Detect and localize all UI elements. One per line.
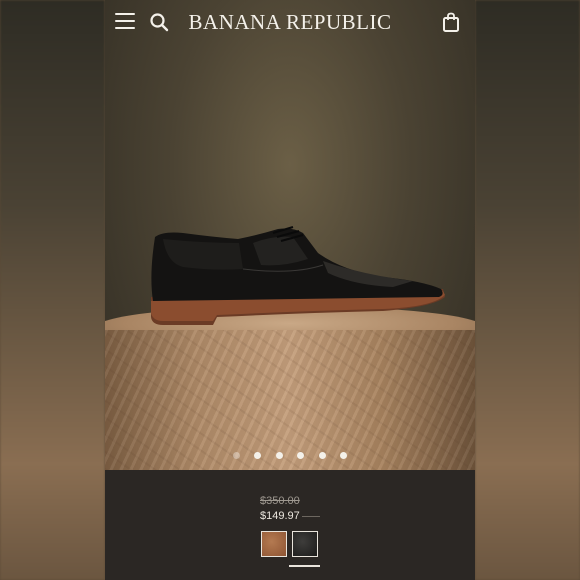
original-price: $350.00	[260, 495, 300, 507]
carousel-dot[interactable]	[318, 452, 326, 459]
carousel-indicator	[105, 446, 475, 464]
price-divider	[302, 516, 320, 517]
top-nav-bar: BANANA REPUBLIC	[105, 0, 475, 44]
shoe-image	[151, 225, 445, 325]
product-image[interactable]	[105, 0, 475, 470]
mobile-screen: BANANA REPUBLIC $350.00 $149.97	[105, 0, 475, 580]
sale-price: $149.97	[260, 510, 300, 522]
carousel-dot[interactable]	[275, 452, 283, 459]
blurred-background-right	[475, 0, 580, 580]
carousel-dot[interactable]	[297, 452, 305, 459]
color-swatch-black[interactable]	[292, 531, 318, 557]
blurred-background-left	[0, 0, 105, 580]
color-swatch-brown[interactable]	[261, 531, 287, 557]
shopping-bag-icon[interactable]	[442, 12, 460, 32]
carousel-dot-active[interactable]	[254, 452, 262, 459]
carousel-dot[interactable]	[232, 452, 240, 459]
product-info-panel: $350.00 $149.97	[105, 470, 475, 580]
selected-swatch-indicator	[289, 565, 320, 567]
brand-logo[interactable]: BANANA REPUBLIC	[105, 10, 475, 35]
carousel-dot[interactable]	[340, 452, 348, 459]
